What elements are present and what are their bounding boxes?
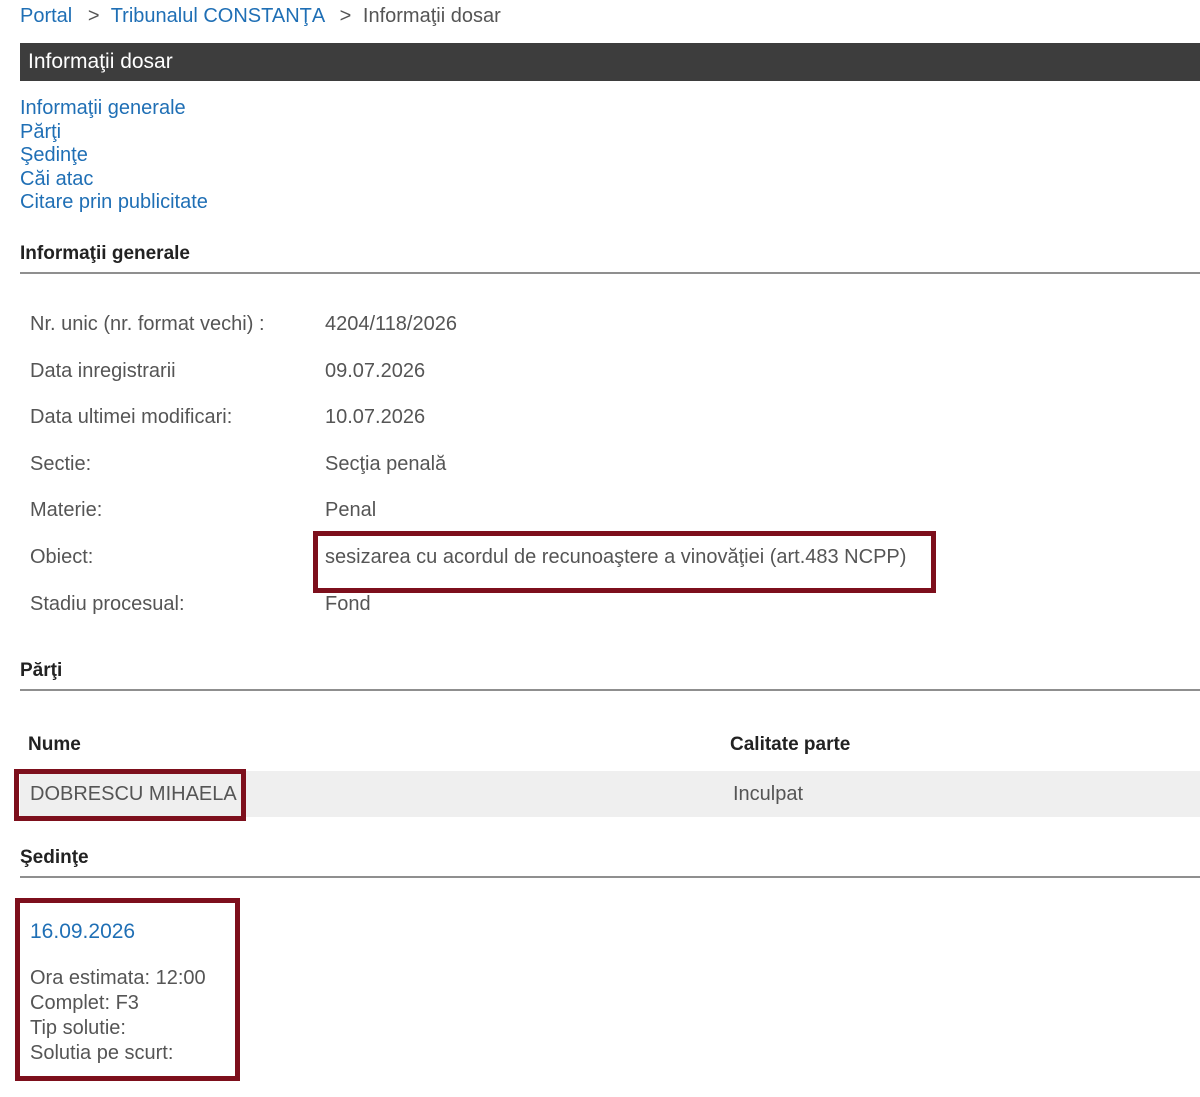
info-label: Data inregistrarii	[30, 359, 176, 382]
info-label: Data ultimei modificari:	[30, 406, 233, 429]
section-heading-parti: Părţi	[20, 660, 1200, 691]
info-value: Fond	[325, 592, 371, 615]
breadcrumb-current: Informaţii dosar	[362, 5, 501, 27]
highlight-box-obiect	[313, 531, 936, 593]
nav-link-informatii-generale[interactable]: Informaţii generale	[20, 97, 208, 121]
section-heading-sedinte: Şedinţe	[20, 847, 1200, 878]
info-label: Obiect:	[30, 545, 94, 568]
breadcrumb-court-link[interactable]: Tribunalul CONSTANŢA	[111, 5, 324, 27]
party-role: Inculpat	[733, 783, 804, 805]
section-nav: Informaţii generale Părţi Şedinţe Căi at…	[20, 97, 208, 215]
page-title: Informaţii dosar	[20, 43, 1200, 81]
section-heading-informatii-generale: Informaţii generale	[20, 243, 1200, 274]
info-value: 09.07.2026	[325, 359, 426, 382]
highlight-box-hearing	[15, 898, 240, 1081]
breadcrumb-separator: >	[339, 5, 352, 27]
info-value: 10.07.2026	[325, 406, 426, 429]
breadcrumb-portal-link[interactable]: Portal	[20, 5, 72, 27]
info-value: Penal	[325, 499, 377, 522]
info-label: Sectie:	[30, 452, 92, 475]
info-value: Secţia penală	[325, 452, 447, 475]
info-label: Stadiu procesual:	[30, 592, 185, 615]
breadcrumb-separator: >	[87, 5, 100, 27]
nav-link-cai-atac[interactable]: Căi atac	[20, 168, 208, 192]
nav-link-sedinte[interactable]: Şedinţe	[20, 144, 208, 168]
highlight-box-party	[14, 769, 246, 821]
nav-link-citare[interactable]: Citare prin publicitate	[20, 191, 208, 215]
info-label: Materie:	[30, 499, 103, 522]
info-value: 4204/118/2026	[325, 313, 457, 335]
info-label: Nr. unic (nr. format vechi) :	[30, 313, 265, 335]
column-header-nume: Nume	[28, 734, 81, 755]
column-header-calitate: Calitate parte	[730, 734, 851, 755]
breadcrumb: Portal > Tribunalul CONSTANŢA > Informaţ…	[20, 5, 501, 28]
nav-link-parti[interactable]: Părţi	[20, 121, 208, 145]
